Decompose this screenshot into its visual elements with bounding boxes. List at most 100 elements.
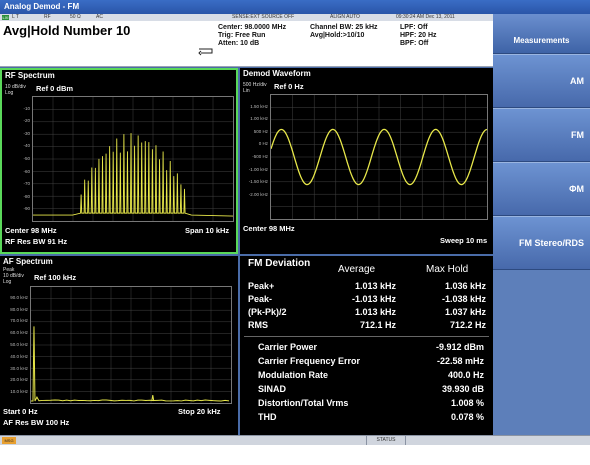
bpf: BPF: Off [400, 40, 437, 48]
center-freq: Center: 98.0000 MHz [218, 24, 286, 32]
metric-label: THD [258, 412, 277, 422]
metric-value: 0.078 % [390, 412, 484, 422]
metric-value: -22.58 mHz [390, 356, 484, 366]
y-tick-label: 40.0 kHz [4, 354, 28, 359]
fm-stereo-rds-button[interactable]: FM Stereo/RDS [493, 216, 590, 270]
y-tick-label: 20.0 kHz [4, 377, 28, 382]
channel-bw: Channel BW: 25 kHz [310, 24, 378, 32]
rf-center: Center 98 MHz [5, 226, 57, 235]
af-ref: Ref 100 kHz [34, 273, 76, 282]
demod-sweep: Sweep 10 ms [440, 236, 487, 245]
row-max: 1.036 kHz [400, 281, 486, 291]
datetime: 09:30:24 AM Dec 13, 2011 [396, 14, 455, 21]
metric-value: 39.930 dB [390, 384, 484, 394]
row-label: Peak- [248, 294, 272, 304]
status-label[interactable]: STATUS [366, 436, 406, 445]
am-button[interactable]: AM [493, 54, 590, 108]
y-tick-label: 500 Hz [244, 129, 268, 134]
y-tick-label: -500 Hz [244, 154, 268, 159]
y-tick-label: -40 [6, 143, 30, 148]
af-scale: Peak 10 dB/div Log [3, 267, 24, 285]
rf-spectrum-panel[interactable]: RF Spectrum 10 dB/div Log Ref 0 dBm -10 -… [0, 68, 238, 254]
row-avg: 712.1 Hz [310, 320, 396, 330]
demod-waveform-panel[interactable]: Demod Waveform 500 Hz/div Lin Ref 0 Hz 1… [240, 68, 493, 254]
y-tick-label: 50.0 kHz [4, 342, 28, 347]
phase-mod-button[interactable]: ΦM [493, 162, 590, 216]
y-tick-label: -1.50 kHz [244, 179, 268, 184]
y-tick-label: -60 [6, 169, 30, 174]
sense-source: SENSE:EXT SOURCE OFF [232, 14, 294, 21]
metric-value: 1.008 % [390, 398, 484, 408]
rf-spectrum-title: RF Spectrum [5, 71, 55, 80]
metric-label: Distortion/Total Vrms [258, 398, 348, 408]
results-divider [244, 336, 489, 337]
rf-span: Span 10 kHz [185, 226, 229, 235]
y-tick-label: -80 [6, 194, 30, 199]
trigger-mode: Trig: Free Run [218, 32, 286, 40]
demod-title: Demod Waveform [243, 69, 311, 78]
softkey-menu-title: Measurements [493, 14, 590, 54]
row-avg: 1.013 kHz [310, 281, 396, 291]
af-trace [31, 326, 229, 401]
row-label: (Pk-Pk)/2 [248, 307, 287, 317]
y-tick-label: 90.0 kHz [4, 295, 28, 300]
trigger-indicator: L T [12, 14, 19, 21]
y-tick-label: -70 [6, 181, 30, 186]
y-tick-label: 80.0 kHz [4, 307, 28, 312]
instrument-status-bar: LXI L T RF 50 Ω AC SENSE:EXT SOURCE OFF … [0, 14, 493, 21]
fm-button[interactable]: FM [493, 108, 590, 162]
y-tick-label: -10 [6, 106, 30, 111]
af-start: Start 0 Hz [3, 407, 38, 416]
measurement-header: Avg|Hold Number 10 Center: 98.0000 MHz T… [0, 21, 493, 67]
col-average: Average [338, 264, 375, 275]
row-label: Peak+ [248, 281, 274, 291]
input-impedance: 50 Ω [70, 14, 81, 21]
y-tick-label: 60.0 kHz [4, 330, 28, 335]
input-rf: RF [44, 14, 51, 21]
row-avg: 1.013 kHz [310, 307, 396, 317]
y-tick-label: 0 Hz [244, 141, 268, 146]
demod-scale: 500 Hz/div Lin [243, 82, 267, 94]
row-max: 1.037 kHz [400, 307, 486, 317]
metric-label: SINAD [258, 384, 286, 394]
softkey-empty-area [493, 270, 590, 435]
avg-hold-title: Avg|Hold Number 10 [3, 23, 130, 38]
af-stop: Stop 20 kHz [178, 407, 221, 416]
y-tick-label: -2.00 kHz [244, 192, 268, 197]
metric-label: Carrier Power [258, 342, 317, 352]
rf-ref-level: Ref 0 dBm [36, 84, 73, 93]
rf-spectrum-plot [32, 96, 234, 222]
y-tick-label: -1.00 kHz [244, 167, 268, 172]
lpf: LPF: Off [400, 24, 437, 32]
y-tick-label: -90 [6, 206, 30, 211]
y-tick-label: -20 [6, 118, 30, 123]
y-tick-label: 1.50 kHz [244, 104, 268, 109]
y-tick-label: -30 [6, 131, 30, 136]
fm-deviation-title: FM Deviation [248, 258, 310, 269]
col-max-hold: Max Hold [426, 264, 468, 275]
demod-ref: Ref 0 Hz [274, 82, 304, 91]
af-spectrum-panel[interactable]: AF Spectrum Peak 10 dB/div Log Ref 100 k… [0, 256, 238, 435]
lxi-indicator: LXI [2, 15, 9, 20]
bottom-margin [0, 445, 590, 465]
attenuation: Atten: 10 dB [218, 40, 286, 48]
sweep-arrow-icon [198, 47, 214, 56]
msg-indicator[interactable]: MSG [2, 437, 16, 444]
row-max: 712.2 Hz [400, 320, 486, 330]
row-label: RMS [248, 320, 268, 330]
y-tick-label: 1.00 kHz [244, 116, 268, 121]
y-tick-label: 70.0 kHz [4, 318, 28, 323]
avg-hold: Avg|Hold:>10/10 [310, 32, 378, 40]
metric-value: -9.912 dBm [390, 342, 484, 352]
analyzer-window: Analog Demod - FM LXI L T RF 50 Ω AC SEN… [0, 0, 590, 465]
row-avg: -1.013 kHz [310, 294, 396, 304]
rf-scale: 10 dB/div Log [5, 84, 26, 96]
demod-center: Center 98 MHz [243, 224, 295, 233]
softkey-panel: Measurements AM FM ΦM FM Stereo/RDS [493, 14, 590, 435]
demod-waveform-plot [270, 94, 488, 220]
status-bar: MSG STATUS [0, 435, 590, 445]
metric-value: 400.0 Hz [390, 370, 484, 380]
y-tick-label: 30.0 kHz [4, 366, 28, 371]
y-tick-label: -50 [6, 156, 30, 161]
metric-label: Carrier Frequency Error [258, 356, 360, 366]
